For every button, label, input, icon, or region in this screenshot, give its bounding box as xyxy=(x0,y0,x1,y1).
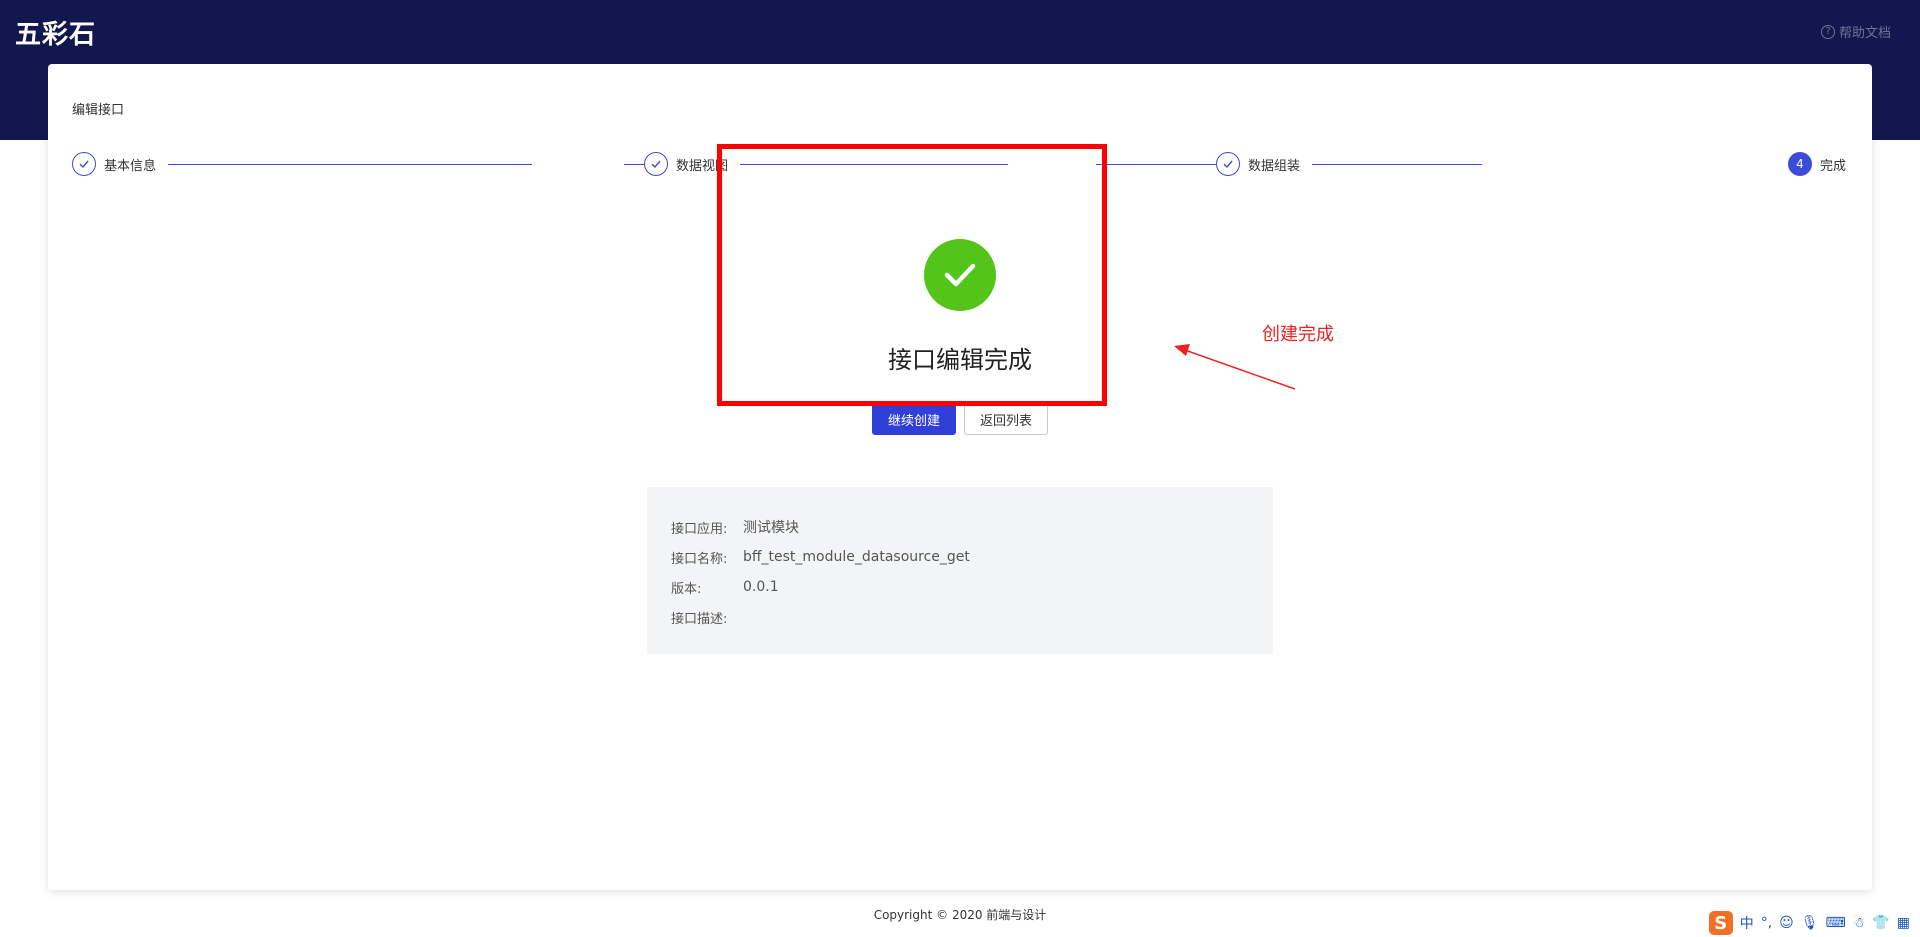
user-icon[interactable]: ☃ xyxy=(1853,915,1866,931)
step-number: 4 xyxy=(1788,152,1812,176)
step-data-assembly[interactable]: 数据组装 xyxy=(1216,152,1313,176)
help-docs-link[interactable]: ? 帮助文档 xyxy=(1820,22,1891,41)
app-logo[interactable]: 五彩石 xyxy=(15,14,96,51)
info-value: bff_test_module_datasource_get xyxy=(743,549,970,565)
highlight-box xyxy=(717,144,1107,406)
info-label: 接口应用: xyxy=(671,521,728,537)
step-basic-info[interactable]: 基本信息 xyxy=(72,152,169,176)
info-row-app: 接口应用: 测试模块 xyxy=(671,512,1249,542)
shirt-icon[interactable]: 👕 xyxy=(1872,915,1889,931)
back-to-list-button[interactable]: 返回列表 xyxy=(964,403,1049,435)
footer-copyright: Copyright © 2020 前端与设计 xyxy=(873,908,1047,922)
info-row-name: 接口名称: bff_test_module_datasource_get xyxy=(671,542,1249,572)
emoji-icon[interactable]: ☺ xyxy=(1779,915,1794,931)
step-connector-1 xyxy=(152,164,532,165)
step-label: 数据组装 xyxy=(1248,158,1301,174)
sogou-logo-icon[interactable]: S xyxy=(1708,911,1733,935)
question-circle-icon: ? xyxy=(1820,24,1835,39)
check-icon xyxy=(72,152,96,176)
ime-punct[interactable]: °, xyxy=(1761,915,1772,931)
info-row-version: 版本: 0.0.1 xyxy=(671,572,1249,602)
ime-lang[interactable]: 中 xyxy=(1740,913,1754,933)
continue-create-button[interactable]: 继续创建 xyxy=(871,403,956,435)
grid-icon[interactable]: ▦ xyxy=(1897,915,1910,931)
annotation-label: 创建完成 xyxy=(1262,324,1334,345)
info-row-description: 接口描述: xyxy=(671,602,1249,632)
help-docs-label: 帮助文档 xyxy=(1838,26,1891,41)
info-label: 版本: xyxy=(671,581,702,597)
result-actions: 继续创建 返回列表 xyxy=(48,403,1872,435)
info-label: 接口描述: xyxy=(671,611,728,627)
microphone-icon[interactable]: 🎙 xyxy=(1801,915,1819,931)
info-value: 0.0.1 xyxy=(743,579,779,595)
keyboard-icon[interactable]: ⌨ xyxy=(1826,915,1846,931)
ime-toolbar[interactable]: S 中 °, ☺ 🎙 ⌨ ☃ 👕 ▦ xyxy=(1708,911,1910,935)
check-icon xyxy=(644,152,668,176)
check-icon xyxy=(1216,152,1240,176)
page-title: 编辑接口 xyxy=(72,103,125,118)
info-label: 接口名称: xyxy=(671,551,728,567)
step-label: 基本信息 xyxy=(104,158,157,174)
info-value: 测试模块 xyxy=(743,520,799,536)
step-label: 完成 xyxy=(1820,158,1847,174)
api-info-panel: 接口应用: 测试模块 接口名称: bff_test_module_datasou… xyxy=(647,487,1273,654)
step-complete[interactable]: 4 完成 xyxy=(1788,152,1847,176)
